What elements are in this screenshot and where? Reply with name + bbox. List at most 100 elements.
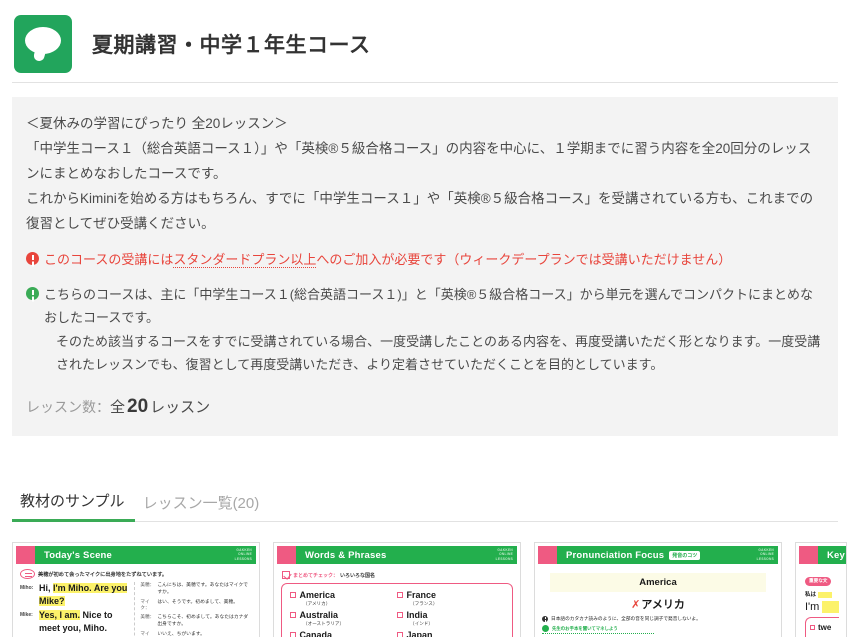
dialog-jp-speaker: マイク： [140, 599, 150, 610]
lesson-count-prefix: 全 [110, 399, 126, 416]
dialog-jp-row: マイク： いいえ、ちがいます。 [140, 631, 252, 637]
sample-card-pronunciation-focus[interactable]: Pronunciation Focus 発音のコツ GAKKEN ONLINE … [534, 542, 782, 637]
chat-bubble-icon [20, 569, 35, 579]
key-sentence-badge: 重要な文 [805, 576, 832, 586]
word-en: India [397, 610, 504, 620]
speech-bubble-icon [14, 15, 72, 73]
checkbox-icon[interactable] [290, 592, 296, 598]
lesson-count-label: レッスン数： [26, 399, 110, 415]
word-jp: （インド） [410, 621, 433, 626]
card-title: Pronunciation Focus [566, 549, 665, 561]
logo-line-3: LESSONS [756, 556, 774, 561]
sample-card-todays-scene[interactable]: Today's Scene GAKKEN ONLINE LESSONS 美穂が初… [12, 542, 260, 637]
key-sentence-jp-label: 私は [805, 591, 817, 598]
word-column-left: America （アメリカ） Australia （オーストラリア） Canad… [290, 590, 397, 637]
lesson-count: レッスン数：全 20 レッスン [26, 394, 824, 420]
word-item: Australia （オーストラリア） [290, 610, 397, 627]
dialog-text-highlight: I'm Miho. Are you Mike? [39, 583, 128, 606]
word-item: India （インド） [397, 610, 504, 627]
tab-lesson-list[interactable]: レッスン一覧(20) [135, 492, 278, 521]
card-body: America ✗アメリカ 日本語のカタカナ読みのように、全部の音を同じ調子で発… [535, 564, 781, 637]
plan-notice-before: このコースの受講には [44, 252, 174, 267]
word-column-right: France （フランス） India （インド） Japan （日本） t [397, 590, 504, 637]
listen-prompt[interactable]: 先生のお手本を聞いてマネしよう [542, 625, 654, 634]
card-header: Words & Phrases GAKKEN ONLINE LESSONS [274, 543, 520, 564]
lesson-count-number: 20 [127, 396, 149, 417]
card-title-bar: Key S [818, 546, 846, 564]
gakken-logo: GAKKEN ONLINE LESSONS [496, 548, 513, 561]
card-title: Words & Phrases [305, 549, 387, 561]
pink-tab-marker [277, 546, 296, 564]
word-en-text: France [406, 590, 437, 600]
word-jp: （オーストラリア） [303, 621, 345, 626]
card-body: 美穂が初めて会ったマイクに出身地をたずねています。 Miho: Hi, I'm … [13, 564, 259, 637]
header-divider [12, 82, 838, 83]
tab-material-sample[interactable]: 教材のサンプル [12, 490, 135, 522]
word-item: France （フランス） [397, 590, 504, 607]
checkbox-icon[interactable] [290, 632, 296, 637]
card-body: まとめてチェック： いろいろな国名 America （アメリカ） Austral… [274, 564, 520, 637]
card-title-bar: Today's Scene GAKKEN ONLINE LESSONS [35, 546, 256, 564]
word-en: Japan [397, 630, 504, 637]
checkbox-icon[interactable] [290, 612, 296, 618]
gakken-logo: GAKKEN ONLINE LESSONS [757, 548, 774, 561]
speech-bubble-shape [25, 27, 61, 54]
speaker-icon [542, 625, 549, 632]
sample-card-list: Today's Scene GAKKEN ONLINE LESSONS 美穂が初… [12, 542, 850, 637]
content-tabs: 教材のサンプル レッスン一覧(20) [12, 488, 838, 522]
key-sentence-jp-blank [818, 591, 832, 598]
word-en-text: Australia [299, 610, 339, 620]
word-jp: （アメリカ） [303, 601, 331, 606]
dialog-english: Miho: Hi, I'm Miho. Are you Mike? Mike: … [20, 582, 136, 637]
description-line-1: ＜夏休みの学習にぴったり 全20レッスン＞ [26, 116, 288, 131]
key-option[interactable]: twe [810, 623, 835, 632]
dialog-text: Hi, I'm Miho. Are you Mike? [39, 582, 130, 608]
dialog-jp-speaker: 美穂： [140, 614, 155, 619]
check-heading-pink: まとめてチェック： [293, 572, 339, 579]
key-sentence-en-label: I'm [805, 600, 820, 613]
card-header: Key S [796, 543, 846, 564]
pronunciation-note: 日本語のカタカナ読みのように、全部の音を同じ調子で発音しないよ。 [542, 616, 774, 622]
standard-plan-link[interactable]: スタンダードプラン以上 [173, 252, 317, 268]
dialog-jp-row: 美穂： こちらこそ、初めまして。あなたはカナダ出身ですか。 [140, 614, 252, 628]
card-header: Today's Scene GAKKEN ONLINE LESSONS [13, 543, 259, 564]
dialog-jp-text: いいえ、ちがいます。 [157, 632, 205, 637]
checkbox-icon [810, 624, 815, 630]
page-header: 夏期講習・中学１年生コース [0, 0, 850, 74]
word-jp: （フランス） [410, 601, 438, 606]
pink-tab-marker [538, 546, 557, 564]
dialog-jp-text: こんにちは、美穂です。あなたはマイクですか。 [157, 583, 248, 595]
word-en: Australia [290, 610, 397, 620]
page-title: 夏期講習・中学１年生コース [92, 34, 371, 57]
scene-note: 美穂が初めて会ったマイクに出身地をたずねています。 [20, 569, 252, 579]
logo-line-3: LESSONS [234, 556, 252, 561]
card-body: 重要な文 私は I'm twe a ju [796, 564, 846, 637]
plan-notice-after: へのご加入が必要です（ウィークデープランでは受講いただけません） [316, 252, 732, 267]
scene-note-text: 美穂が初めて会ったマイクに出身地をたずねています。 [38, 571, 168, 578]
dialog-row: Miho: Hi, I'm Miho. Are you Mike? [20, 582, 130, 608]
logo-line-2: ONLINE [499, 552, 513, 557]
description-lead: ＜夏休みの学習にぴったり 全20レッスン＞ 「中学生コース１（総合英語コース１）… [26, 111, 824, 236]
pronunciation-wrong-text: アメリカ [641, 599, 685, 611]
card-title: Key S [827, 549, 846, 561]
sample-card-words-phrases[interactable]: Words & Phrases GAKKEN ONLINE LESSONS まと… [273, 542, 521, 637]
description-line-2: 「中学生コース１（総合英語コース１）」や「英検®５級合格コース」の内容を中心に、… [26, 141, 812, 181]
exclamation-circle-icon [542, 616, 548, 622]
checkbox-icon[interactable] [397, 592, 403, 598]
pronunciation-badge: 発音のコツ [669, 550, 701, 560]
dialog-text: Yes, I am. Nice to meet you, Miho. [39, 609, 130, 635]
dialog-jp-text: はい、そうです。初めまして、美穂。 [157, 600, 239, 605]
course-description-panel: ＜夏休みの学習にぴったり 全20レッスン＞ 「中学生コース１（総合英語コース１）… [12, 97, 838, 436]
checkbox-check-icon [282, 571, 290, 579]
course-page: 夏期講習・中学１年生コース ＜夏休みの学習にぴったり 全20レッスン＞ 「中学生… [0, 0, 850, 637]
key-sentence-jp: 私は [805, 590, 839, 598]
pronunciation-note-text: 日本語のカタカナ読みのように、全部の音を同じ調子で発音しないよ。 [551, 616, 701, 621]
sample-card-key-sentence[interactable]: Key S 重要な文 私は I'm twe a ju [795, 542, 847, 637]
dialog-text-pre: Hi, [39, 583, 54, 593]
card-title-bar: Pronunciation Focus 発音のコツ GAKKEN ONLINE … [557, 546, 778, 564]
logo-line-3: LESSONS [495, 556, 513, 561]
checkbox-icon[interactable] [397, 612, 403, 618]
dialog-speaker: Miho: [20, 585, 34, 591]
checkbox-icon[interactable] [397, 632, 403, 637]
word-en-text: Japan [406, 630, 433, 637]
